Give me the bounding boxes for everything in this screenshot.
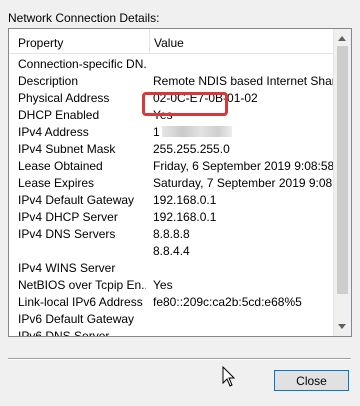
list-row[interactable]: IPv4 Address 1: [9, 123, 333, 140]
list-row[interactable]: IPv4 DHCP Server 192.168.0.1: [9, 208, 333, 225]
list-row[interactable]: IPv4 DNS Servers 8.8.8.8: [9, 225, 333, 242]
value-cell: Saturday, 7 September 2019 9:08:58 AM: [153, 176, 333, 190]
list-row[interactable]: Physical Address 02-0C-E7-0B-01-02: [9, 89, 333, 106]
property-cell: DHCP Enabled: [18, 108, 100, 122]
value-cell: Yes: [153, 108, 173, 122]
mouse-cursor-icon: [222, 366, 235, 387]
list-header: Property Value: [9, 29, 333, 54]
vertical-scrollbar[interactable]: [333, 29, 351, 336]
list-row[interactable]: IPv6 DNS Server: [9, 327, 333, 337]
property-cell: Lease Obtained: [18, 159, 103, 173]
list-rows: Connection-specific DN... Description Remo…: [9, 55, 333, 337]
value-cell: 02-0C-E7-0B-01-02: [153, 91, 258, 105]
details-listview[interactable]: Property Value Connection-specific DN...…: [8, 28, 352, 337]
property-cell: Link-local IPv6 Address: [18, 295, 143, 309]
value-cell: Yes: [153, 278, 173, 292]
value-cell: 255.255.255.0: [153, 142, 230, 156]
separator: [8, 358, 351, 360]
property-cell: IPv6 DNS Server: [18, 329, 110, 337]
column-header-value[interactable]: Value: [154, 36, 184, 50]
property-cell: Description: [18, 74, 79, 88]
property-cell: IPv4 Subnet Mask: [18, 142, 116, 156]
list-row[interactable]: Description Remote NDIS based Internet Sh…: [9, 72, 333, 89]
list-row[interactable]: Lease Obtained Friday, 6 September 2019 9…: [9, 157, 333, 174]
list-row[interactable]: Link-local IPv6 Address fe80::209c:ca2b:5…: [9, 293, 333, 310]
value-cell: 192.168.0.1: [153, 193, 217, 207]
scroll-thumb[interactable]: [337, 46, 348, 294]
property-cell: Physical Address: [18, 91, 110, 105]
property-cell: IPv4 DHCP Server: [18, 210, 118, 224]
scroll-down-arrow-icon[interactable]: [338, 324, 346, 329]
list-row[interactable]: NetBIOS over Tcpip En... Yes: [9, 276, 333, 293]
list-row[interactable]: Lease Expires Saturday, 7 September 2019 …: [9, 174, 333, 191]
list-row[interactable]: DHCP Enabled Yes: [9, 106, 333, 123]
list-row[interactable]: IPv4 Subnet Mask 255.255.255.0: [9, 140, 333, 157]
property-cell: IPv4 DNS Servers: [18, 227, 116, 241]
column-header-property[interactable]: Property: [18, 36, 63, 50]
value-cell: Friday, 6 September 2019 9:08:58 AM: [153, 159, 333, 173]
list-row[interactable]: 8.8.4.4: [9, 242, 333, 259]
property-cell: IPv4 WINS Server: [18, 261, 116, 275]
property-cell: IPv6 Default Gateway: [18, 312, 135, 326]
list-row[interactable]: IPv4 Default Gateway 192.168.0.1: [9, 191, 333, 208]
list-row[interactable]: IPv4 WINS Server: [9, 259, 333, 276]
close-button[interactable]: Close: [274, 370, 349, 391]
value-cell: 8.8.8.8: [153, 227, 190, 241]
value-cell: Remote NDIS based Internet Sharing: [153, 74, 333, 88]
value-cell: fe80::209c:ca2b:5cd:e68%5: [153, 295, 302, 309]
value-cell: 192.168.0.1: [153, 210, 217, 224]
value-cell: 8.8.4.4: [153, 244, 190, 258]
list-row[interactable]: Connection-specific DN...: [9, 55, 333, 72]
property-cell: NetBIOS over Tcpip En...: [18, 278, 146, 292]
column-divider[interactable]: [149, 29, 150, 53]
property-cell: Connection-specific DN...: [18, 57, 146, 71]
property-cell: IPv4 Address: [18, 125, 89, 139]
scroll-up-arrow-icon[interactable]: [338, 36, 346, 41]
list-row[interactable]: IPv6 Default Gateway: [9, 310, 333, 327]
redacted-value: [162, 126, 232, 137]
property-cell: IPv4 Default Gateway: [18, 193, 135, 207]
property-cell: Lease Expires: [18, 176, 95, 190]
dialog-title: Network Connection Details:: [8, 11, 160, 25]
